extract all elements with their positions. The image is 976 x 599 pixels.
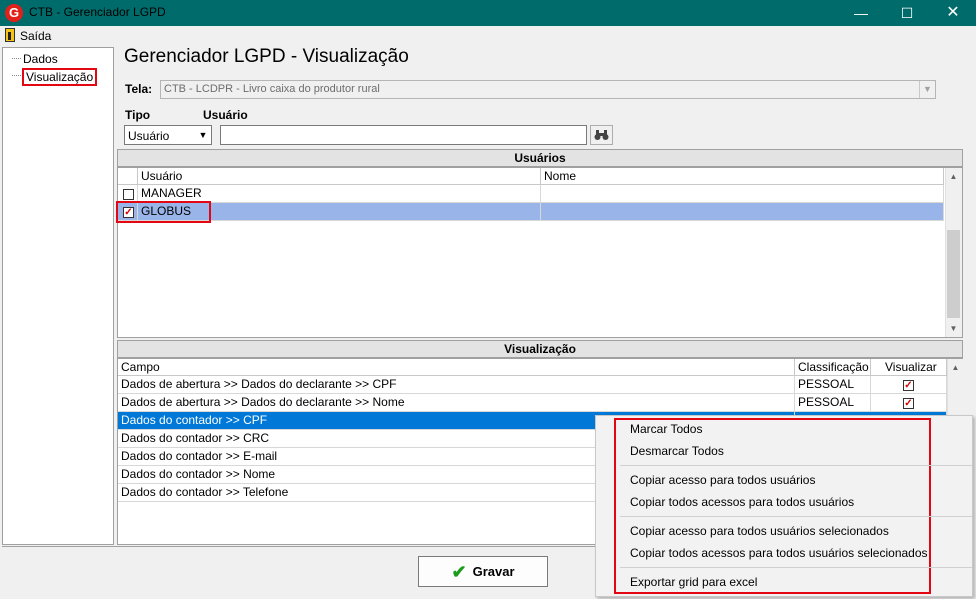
page-title: Gerenciador LGPD - Visualização [124, 46, 409, 67]
scroll-up-icon[interactable]: ▲ [947, 359, 964, 376]
binoculars-search-button[interactable] [590, 125, 613, 145]
binoculars-icon [594, 130, 609, 140]
chevron-down-icon[interactable]: ▼ [195, 126, 211, 144]
scroll-down-icon[interactable]: ▼ [945, 320, 962, 337]
users-column-user[interactable]: Usuário [138, 168, 541, 185]
menu-item-select-all[interactable]: Marcar Todos [630, 422, 702, 436]
exit-door-icon[interactable] [5, 28, 15, 42]
user-label: Usuário [203, 108, 248, 122]
tree-connector [12, 58, 21, 59]
menu-exit[interactable]: Saída [20, 29, 51, 43]
menu-item-deselect-all[interactable]: Desmarcar Todos [630, 444, 724, 458]
close-button[interactable]: ✕ [930, 0, 976, 26]
checkmark-icon: ✔ [451, 562, 467, 582]
visual-column-field[interactable]: Campo [118, 359, 795, 376]
name-cell[interactable] [541, 185, 944, 203]
table-row[interactable]: Dados de abertura >> Dados do declarante… [118, 394, 795, 412]
tree-item-dados[interactable]: Dados [23, 52, 58, 66]
window-title: CTB - Gerenciador LGPD [29, 5, 166, 19]
visual-column-class[interactable]: Classificação [795, 359, 871, 376]
navigation-tree [2, 47, 114, 545]
user-checkbox-manager[interactable] [123, 189, 134, 200]
menu-item-copy-access-all-users[interactable]: Copiar acesso para todos usuários [630, 473, 815, 487]
menu-item-export-excel[interactable]: Exportar grid para excel [630, 575, 757, 589]
app-logo-icon: G [5, 4, 23, 22]
scrollbar-thumb[interactable] [947, 230, 960, 318]
visible-checkbox[interactable]: ✓ [903, 380, 914, 391]
tree-connector [12, 75, 21, 76]
users-checkbox-column [118, 168, 138, 185]
menu-bar [0, 26, 976, 46]
highlight-box-globus [116, 201, 211, 223]
name-cell[interactable] [541, 203, 944, 221]
menu-separator [620, 516, 972, 517]
save-button-label: Gravar [472, 564, 515, 579]
tree-item-visualizacao[interactable]: Visualização [22, 68, 98, 86]
menu-separator [620, 567, 972, 568]
maximize-button[interactable]: ☐ [884, 0, 930, 26]
save-button[interactable]: ✔ Gravar [418, 556, 548, 587]
class-cell[interactable]: PESSOAL [795, 394, 871, 412]
screen-select[interactable]: CTB - LCDPR - Livro caixa do produtor ru… [160, 80, 936, 99]
menu-item-copy-access-selected-users[interactable]: Copiar acesso para todos usuários seleci… [630, 524, 889, 538]
visual-section-header: Visualização [117, 340, 963, 358]
table-row[interactable]: Dados de abertura >> Dados do declarante… [118, 376, 795, 394]
chevron-down-icon[interactable]: ▼ [919, 81, 935, 98]
visible-checkbox[interactable]: ✓ [903, 398, 914, 409]
user-search-input[interactable] [220, 125, 587, 145]
users-column-name[interactable]: Nome [541, 168, 944, 185]
scroll-up-icon[interactable]: ▲ [945, 168, 962, 185]
menu-item-copy-all-access-all-users[interactable]: Copiar todos acessos para todos usuários [630, 495, 854, 509]
visual-column-visible[interactable]: Visualizar [871, 359, 947, 376]
menu-separator [620, 465, 972, 466]
screen-label: Tela: [125, 82, 153, 96]
class-cell[interactable]: PESSOAL [795, 376, 871, 394]
users-section-header: Usuários [117, 149, 963, 167]
minimize-button[interactable]: — [838, 0, 884, 26]
menu-item-copy-all-access-selected-users[interactable]: Copiar todos acessos para todos usuários… [630, 546, 928, 560]
type-label: Tipo [125, 108, 151, 122]
